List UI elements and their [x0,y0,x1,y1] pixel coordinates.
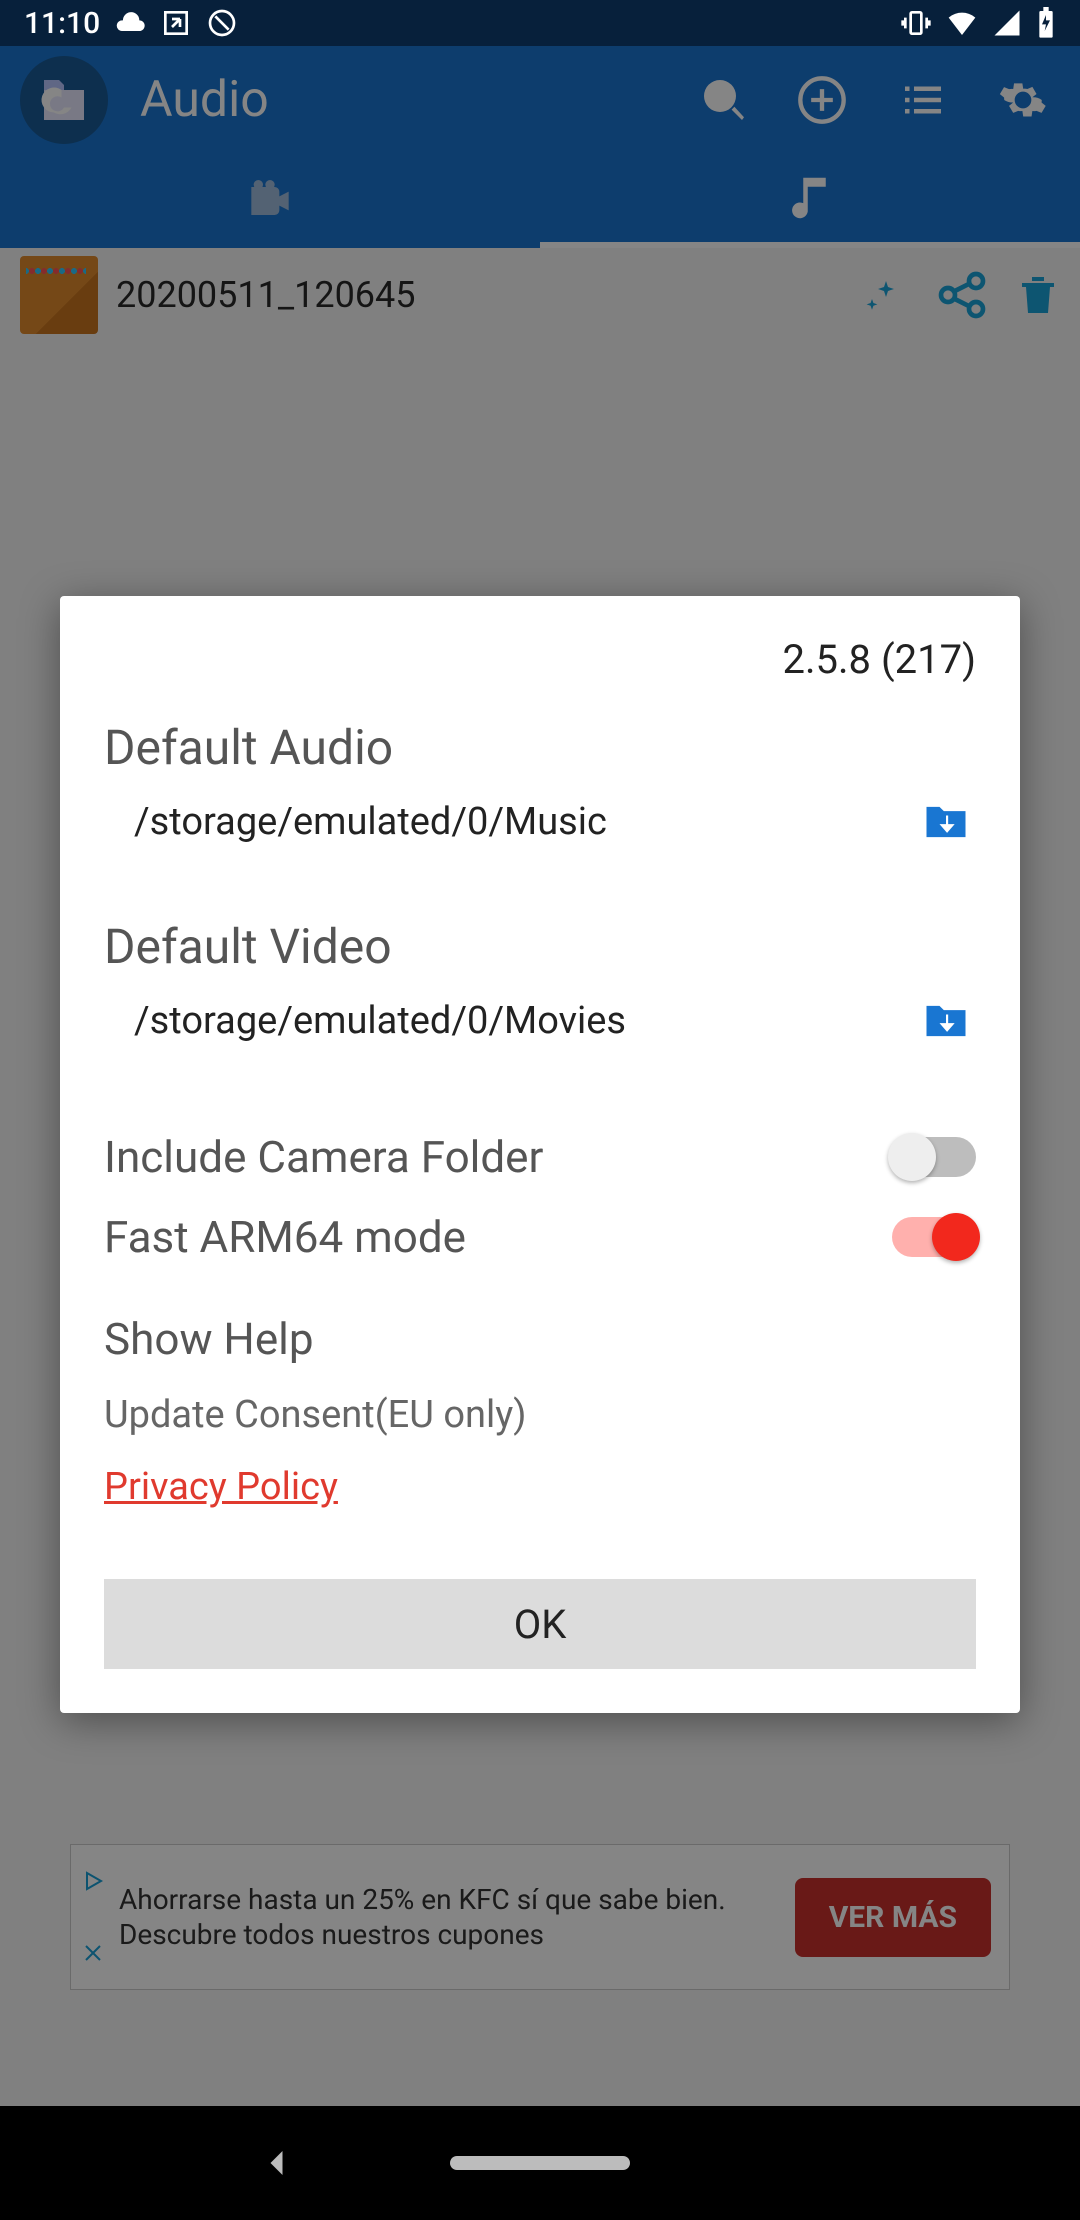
square-arrow-icon [160,7,192,39]
wifi-icon [946,7,978,39]
status-bar: 11:10 [0,0,1080,46]
battery-icon [1036,7,1056,39]
privacy-policy-link[interactable]: Privacy Policy [104,1465,976,1509]
back-icon[interactable] [260,2145,296,2181]
dnd-icon [206,7,238,39]
show-help-button[interactable]: Show Help [104,1313,976,1365]
default-audio-path: /storage/emulated/0/Music [134,800,896,844]
update-consent-button[interactable]: Update Consent(EU only) [104,1393,976,1437]
fast-arm64-label: Fast ARM64 mode [104,1211,872,1263]
fast-arm64-toggle[interactable] [892,1217,976,1257]
status-time: 11:10 [24,6,100,41]
app-version: 2.5.8 (217) [104,636,976,683]
home-pill[interactable] [450,2156,630,2170]
pick-audio-folder-button[interactable] [916,796,976,848]
settings-dialog: 2.5.8 (217) Default Audio /storage/emula… [60,596,1020,1713]
default-video-label: Default Video [104,918,976,975]
cloud-icon [114,7,146,39]
ok-button[interactable]: OK [104,1579,976,1669]
include-camera-toggle[interactable] [892,1137,976,1177]
pick-video-folder-button[interactable] [916,995,976,1047]
system-nav-bar [0,2106,1080,2220]
signal-icon [992,8,1022,38]
default-audio-label: Default Audio [104,719,976,776]
include-camera-label: Include Camera Folder [104,1131,872,1183]
vibrate-icon [900,7,932,39]
default-video-path: /storage/emulated/0/Movies [134,999,896,1043]
